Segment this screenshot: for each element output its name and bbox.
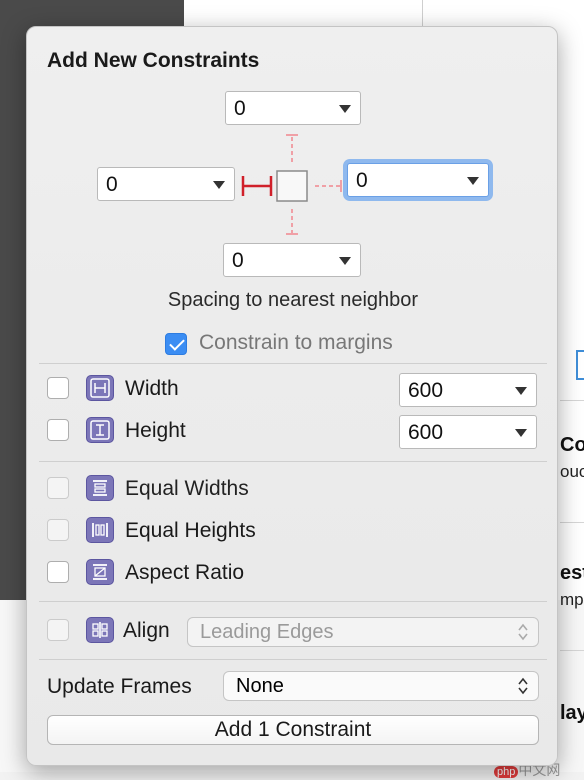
align-checkbox[interactable]	[47, 619, 69, 641]
library-selection-edge	[576, 350, 584, 380]
chevron-down-icon[interactable]	[213, 181, 225, 189]
chevron-down-icon[interactable]	[467, 177, 479, 185]
equal-widths-checkbox[interactable]	[47, 477, 69, 499]
library-item-title[interactable]: Coo	[560, 434, 584, 457]
right-spacing-value: 0	[356, 169, 368, 192]
library-item-title[interactable]: est	[560, 562, 584, 585]
watermark-badge: php	[494, 766, 519, 778]
height-checkbox[interactable]	[47, 419, 69, 441]
height-icon	[86, 417, 114, 443]
height-label: Height	[125, 419, 186, 442]
popover-title: Add New Constraints	[47, 49, 260, 72]
aspect-ratio-label: Aspect Ratio	[125, 561, 245, 584]
width-row[interactable]: Width 600	[27, 373, 559, 407]
aspect-ratio-row[interactable]: Aspect Ratio	[27, 559, 559, 589]
width-value-field[interactable]: 600	[399, 373, 537, 407]
width-checkbox[interactable]	[47, 377, 69, 399]
top-pin-strut[interactable]	[286, 134, 298, 163]
bottom-spacing-field[interactable]: 0	[223, 243, 361, 277]
right-spacing-field[interactable]: 0	[347, 163, 489, 197]
left-spacing-value: 0	[106, 173, 118, 196]
section-divider	[39, 659, 547, 660]
equal-widths-icon	[86, 475, 114, 501]
top-spacing-value: 0	[234, 97, 246, 120]
add-constraint-button[interactable]: Add 1 Constraint	[47, 715, 539, 745]
library-item-subtitle: ouc	[560, 462, 584, 481]
constrain-to-margins-label: Constrain to margins	[199, 331, 393, 354]
equal-widths-row[interactable]: Equal Widths	[27, 475, 559, 505]
equal-widths-label: Equal Widths	[125, 477, 249, 500]
library-separator	[560, 650, 584, 651]
left-spacing-field[interactable]: 0	[97, 167, 235, 201]
pin-diagram	[241, 134, 342, 235]
updown-chevron-icon[interactable]	[518, 623, 528, 641]
chevron-down-icon[interactable]	[339, 105, 351, 113]
section-divider	[39, 363, 547, 364]
bottom-pin-strut[interactable]	[286, 209, 298, 235]
left-pin-strut[interactable]	[241, 176, 273, 196]
width-value: 600	[408, 379, 444, 402]
align-value: Leading Edges	[200, 621, 334, 643]
equal-heights-checkbox[interactable]	[47, 519, 69, 541]
section-divider	[39, 601, 547, 602]
align-select[interactable]: Leading Edges	[187, 617, 539, 647]
aspect-ratio-checkbox[interactable]	[47, 561, 69, 583]
chevron-down-icon[interactable]	[515, 429, 527, 437]
height-value: 600	[408, 421, 444, 444]
equal-heights-label: Equal Heights	[125, 519, 256, 542]
height-row[interactable]: Height 600	[27, 415, 559, 449]
section-divider	[39, 461, 547, 462]
align-row[interactable]: Align Leading Edges	[27, 617, 559, 647]
update-frames-select[interactable]: None	[223, 671, 539, 701]
align-label: Align	[123, 619, 170, 642]
top-spacing-field[interactable]: 0	[225, 91, 361, 125]
update-frames-value: None	[236, 675, 284, 697]
add-constraints-popover: Add New Constraints 0 0 0 0 Spacing to n…	[26, 26, 558, 766]
chevron-down-icon[interactable]	[339, 257, 351, 265]
right-pin-strut[interactable]	[315, 180, 342, 192]
height-value-field[interactable]: 600	[399, 415, 537, 449]
update-frames-label: Update Frames	[47, 675, 192, 698]
updown-chevron-icon[interactable]	[518, 677, 528, 695]
library-separator	[560, 522, 584, 523]
equal-heights-icon	[86, 517, 114, 543]
spacing-caption: Spacing to nearest neighbor	[167, 289, 419, 311]
chevron-down-icon[interactable]	[515, 387, 527, 395]
equal-heights-row[interactable]: Equal Heights	[27, 517, 559, 547]
width-label: Width	[125, 377, 179, 400]
library-item-title[interactable]: lay	[560, 702, 584, 725]
constrain-to-margins-checkbox[interactable]	[165, 333, 187, 355]
bottom-spacing-value: 0	[232, 249, 244, 272]
aspect-ratio-icon	[86, 559, 114, 585]
width-icon	[86, 375, 114, 401]
align-icon	[86, 617, 114, 643]
library-item-subtitle: mpl	[560, 590, 584, 609]
library-separator	[560, 400, 584, 401]
view-box-icon	[276, 170, 308, 202]
